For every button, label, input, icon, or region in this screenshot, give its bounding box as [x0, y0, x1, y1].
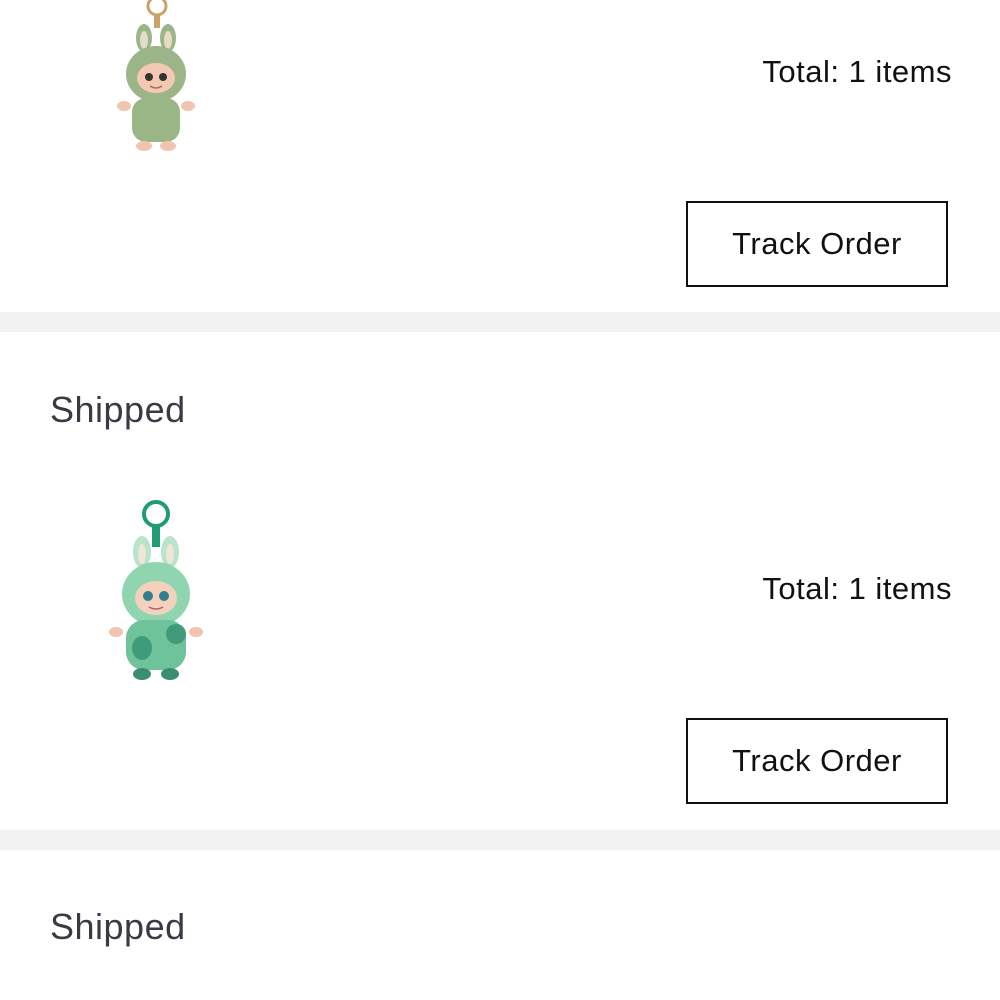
track-order-button[interactable]: Track Order: [686, 201, 948, 287]
order-status: Shipped: [50, 389, 186, 430]
order-total: Total: 1 items: [762, 54, 952, 89]
product-image-mint-plush[interactable]: [106, 498, 206, 684]
order-divider: [0, 312, 1000, 332]
order-status: Shipped: [50, 906, 186, 947]
track-order-button[interactable]: Track Order: [686, 718, 948, 804]
order-divider: [0, 830, 1000, 850]
product-image-green-plush[interactable]: [110, 0, 202, 160]
order-total: Total: 1 items: [762, 571, 952, 606]
